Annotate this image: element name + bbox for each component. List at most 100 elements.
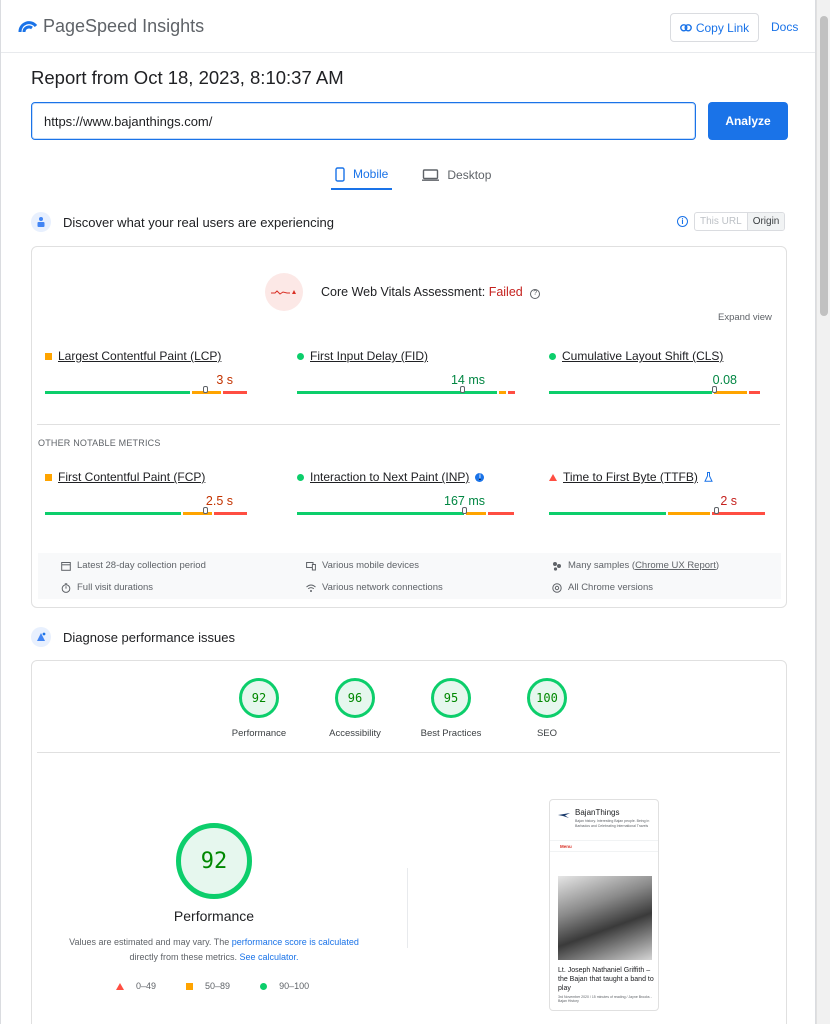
field-data-heading: Discover what your real users are experi… bbox=[63, 214, 334, 230]
good-circle-icon bbox=[549, 352, 556, 360]
vertical-scrollbar[interactable] bbox=[816, 0, 830, 1024]
poor-segment bbox=[223, 391, 247, 394]
analyze-button[interactable]: Analyze bbox=[708, 102, 788, 140]
samples-dots-icon bbox=[553, 561, 561, 571]
metric-lcp-name: Largest Contentful Paint (LCP) bbox=[58, 349, 222, 363]
tab-mobile-label: Mobile bbox=[353, 167, 389, 181]
chrome-icon bbox=[552, 582, 562, 593]
metric-fcp-name: First Contentful Paint (FCP) bbox=[58, 470, 206, 484]
poor-triangle-icon bbox=[549, 473, 557, 481]
info-devices-text: Various mobile devices bbox=[322, 560, 419, 571]
this-url-option[interactable]: This URL bbox=[695, 213, 747, 230]
metric-fid-name: First Input Delay (FID) bbox=[310, 349, 429, 363]
other-metrics-label: OTHER NOTABLE METRICS bbox=[38, 438, 161, 448]
good-circle-icon bbox=[297, 473, 304, 481]
category-scores: 92 Performance 96 Accessibility 95 Best … bbox=[231, 678, 575, 739]
timer-icon bbox=[61, 582, 71, 593]
preview-photo bbox=[558, 876, 652, 960]
docs-link[interactable]: Docs bbox=[771, 20, 798, 34]
poor-segment bbox=[488, 512, 514, 515]
metric-ttfb-name: Time to First Byte (TTFB) bbox=[563, 470, 698, 484]
wifi-icon bbox=[306, 584, 316, 592]
metric-fid-value: 14 ms bbox=[450, 373, 485, 387]
info-samples-suffix: ) bbox=[715, 560, 720, 571]
cwv-label: Core Web Vitals Assessment: bbox=[321, 285, 486, 299]
score-performance[interactable]: 92 Performance bbox=[231, 678, 287, 739]
info-visit-durations-text: Full visit durations bbox=[77, 582, 154, 593]
metric-cls-name-row[interactable]: Cumulative Layout Shift (CLS) bbox=[549, 349, 781, 363]
info-network-text: Various network connections bbox=[322, 582, 443, 593]
expand-view-link[interactable]: Expand view bbox=[718, 312, 772, 323]
score-performance-label: Performance bbox=[231, 728, 287, 739]
poor-triangle-icon bbox=[116, 982, 124, 990]
metric-fid-name-row[interactable]: First Input Delay (FID) bbox=[297, 349, 529, 363]
scrollbar-thumb[interactable] bbox=[820, 16, 828, 316]
info-samples-text: Many samples (Chrome UX Report) bbox=[568, 560, 719, 571]
cwv-status: Failed bbox=[488, 285, 523, 299]
metric-ttfb-distribution-bar bbox=[549, 507, 781, 515]
tab-desktop[interactable]: Desktop bbox=[418, 160, 495, 190]
scores-divider bbox=[37, 752, 780, 753]
score-seo-value: 100 bbox=[527, 678, 567, 718]
score-calculated-link[interactable]: performance score is calculated bbox=[232, 937, 359, 947]
poor-segment bbox=[508, 391, 515, 394]
score-accessibility-value: 96 bbox=[335, 678, 375, 718]
info-samples-prefix: Many samples ( bbox=[568, 560, 636, 571]
url-origin-toggle: i This URL Origin bbox=[677, 212, 786, 231]
help-circle-icon[interactable]: ? bbox=[530, 289, 541, 299]
metric-lcp-name-row[interactable]: Largest Contentful Paint (LCP) bbox=[45, 349, 277, 363]
metric-ttfb-value: 2 s bbox=[720, 494, 737, 508]
see-calculator-link[interactable]: See calculator. bbox=[239, 952, 298, 962]
metric-cls-value: 0.08 bbox=[712, 373, 737, 387]
experimental-info-icon[interactable]: i bbox=[475, 472, 485, 482]
metric-fcp-name-row[interactable]: First Contentful Paint (FCP) bbox=[45, 470, 277, 484]
score-seo[interactable]: 100 SEO bbox=[519, 678, 575, 739]
needs-improvement-segment bbox=[499, 391, 506, 394]
metric-fid: First Input Delay (FID) 14 ms bbox=[297, 349, 529, 394]
cwv-failed-badge-icon bbox=[265, 273, 303, 311]
percentile-marker bbox=[203, 386, 208, 393]
percentile-marker bbox=[714, 507, 719, 514]
metric-inp-value: 167 ms bbox=[444, 494, 485, 508]
mobile-phone-icon bbox=[335, 166, 345, 182]
info-chrome-versions: All Chrome versions bbox=[552, 582, 653, 593]
score-best-practices[interactable]: 95 Best Practices bbox=[421, 678, 481, 739]
performance-note: Values are estimated and may vary. The p… bbox=[61, 935, 367, 965]
app-header: PageSpeed Insights Copy Link Docs bbox=[1, 0, 815, 53]
info-network: Various network connections bbox=[306, 582, 443, 593]
needs-improvement-segment bbox=[466, 512, 486, 515]
desktop-monitor-icon bbox=[422, 169, 440, 181]
score-accessibility-label: Accessibility bbox=[329, 728, 381, 739]
good-segment bbox=[297, 512, 464, 515]
info-collection-period-text: Latest 28-day collection period bbox=[77, 560, 206, 571]
metric-fcp-distribution-bar bbox=[45, 507, 277, 515]
score-best-practices-value: 95 bbox=[431, 678, 471, 718]
score-accessibility[interactable]: 96 Accessibility bbox=[327, 678, 383, 739]
info-icon[interactable]: i bbox=[677, 216, 688, 227]
copy-link-label: Copy Link bbox=[695, 20, 750, 35]
cwv-assessment-text: Core Web Vitals Assessment: Failed ? bbox=[321, 285, 541, 299]
legend-good: 90–100 bbox=[260, 981, 309, 991]
devices-icon bbox=[306, 561, 316, 570]
preview-meta: 3rd November 2020 / 15 minutes of readin… bbox=[558, 995, 652, 1003]
origin-option[interactable]: Origin bbox=[746, 213, 785, 230]
metric-ttfb-name-row[interactable]: Time to First Byte (TTFB) bbox=[549, 470, 781, 484]
page-frame: PageSpeed Insights Copy Link Docs Report… bbox=[0, 0, 816, 1024]
info-chrome-versions-text: All Chrome versions bbox=[568, 582, 653, 593]
chrome-ux-report-link[interactable]: Chrome UX Report bbox=[635, 560, 716, 571]
tab-mobile[interactable]: Mobile bbox=[331, 160, 393, 190]
url-input[interactable] bbox=[31, 102, 696, 140]
note-mid: directly from these metrics. bbox=[129, 952, 240, 962]
percentile-marker bbox=[203, 507, 208, 514]
metric-cls-distribution-bar bbox=[549, 386, 781, 394]
vertical-rule bbox=[407, 868, 408, 948]
legend-good-range: 90–100 bbox=[279, 981, 310, 991]
copy-link-button[interactable]: Copy Link bbox=[670, 13, 759, 42]
report-title: Report from Oct 18, 2023, 8:10:37 AM bbox=[31, 67, 344, 88]
needs-improvement-square-icon bbox=[45, 473, 52, 481]
needs-improvement-square-icon bbox=[45, 352, 52, 360]
metric-inp-name-row[interactable]: Interaction to Next Paint (INP) i bbox=[297, 470, 529, 484]
metric-lcp-distribution-bar bbox=[45, 386, 277, 394]
lab-flask-icon[interactable] bbox=[704, 472, 713, 482]
calendar-icon bbox=[61, 561, 71, 571]
